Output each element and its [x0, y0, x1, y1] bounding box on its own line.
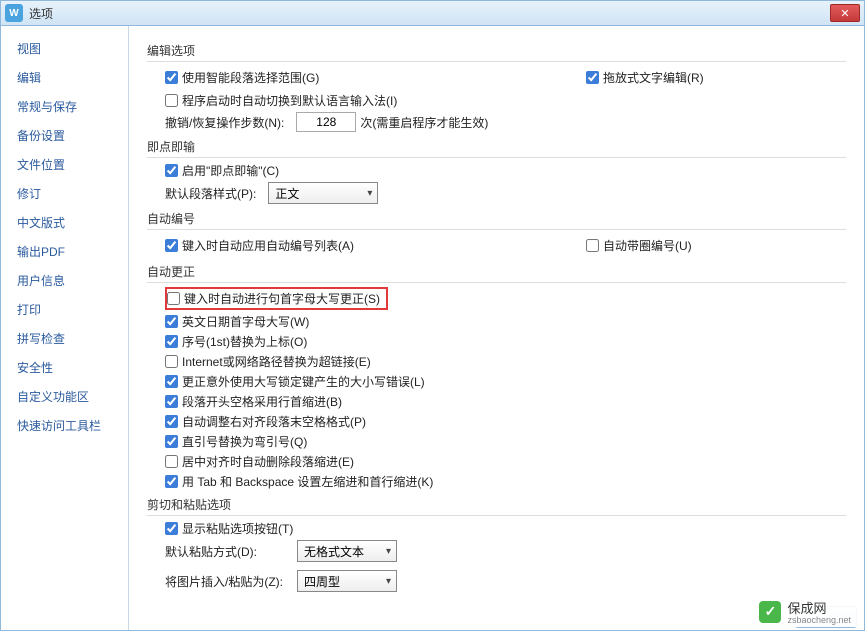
label-english-date: 英文日期首字母大写(W): [182, 313, 309, 330]
sidebar-item-file-location[interactable]: 文件位置: [1, 150, 128, 179]
sidebar: 视图 编辑 常规与保存 备份设置 文件位置 修订 中文版式 输出PDF 用户信息…: [1, 26, 129, 630]
watermark: ✓ 保成网 zsbaocheng.net: [753, 596, 857, 627]
sidebar-item-chinese-layout[interactable]: 中文版式: [1, 208, 128, 237]
group-auto-correct: 自动更正: [147, 263, 846, 283]
sidebar-item-edit[interactable]: 编辑: [1, 63, 128, 92]
checkbox-tab-backspace[interactable]: [165, 475, 178, 488]
label-circle-number: 自动带圈编号(U): [603, 237, 692, 254]
checkbox-drag-text[interactable]: [586, 71, 599, 84]
label-caps-lock: 更正意外使用大写锁定键产生的大小写错误(L): [182, 373, 425, 390]
sidebar-item-revision[interactable]: 修订: [1, 179, 128, 208]
group-cut-paste: 剪切和粘贴选项: [147, 496, 846, 516]
sidebar-item-general-save[interactable]: 常规与保存: [1, 92, 128, 121]
checkbox-smart-paragraph[interactable]: [165, 71, 178, 84]
checkbox-caps-lock[interactable]: [165, 375, 178, 388]
sidebar-item-view[interactable]: 视图: [1, 34, 128, 63]
label-quotes: 直引号替换为弯引号(Q): [182, 433, 307, 450]
checkbox-show-paste-btn[interactable]: [165, 522, 178, 535]
watermark-name: 保成网: [787, 601, 826, 616]
content-pane: 编辑选项 使用智能段落选择范围(G) 拖放式文字编辑(R) 程序启动时自动切换到…: [129, 26, 864, 630]
label-auto-number-list: 键入时自动应用自动编号列表(A): [182, 237, 354, 254]
checkbox-quotes[interactable]: [165, 435, 178, 448]
dropdown-default-paste[interactable]: 无格式文本: [297, 540, 397, 562]
checkbox-auto-number-list[interactable]: [165, 239, 178, 252]
watermark-logo-icon: ✓: [759, 601, 781, 623]
checkbox-center-indent[interactable]: [165, 455, 178, 468]
close-button[interactable]: ✕: [830, 4, 860, 22]
label-align-space: 自动调整右对齐段落末空格格式(P): [182, 413, 366, 430]
label-show-paste-btn: 显示粘贴选项按钮(T): [182, 520, 293, 537]
checkbox-english-date[interactable]: [165, 315, 178, 328]
sidebar-item-output-pdf[interactable]: 输出PDF: [1, 237, 128, 266]
checkbox-ime-switch[interactable]: [165, 94, 178, 107]
label-tab-backspace: 用 Tab 和 Backspace 设置左缩进和首行缩进(K): [182, 473, 433, 490]
watermark-url: zsbaocheng.net: [787, 615, 851, 625]
label-ime-switch: 程序启动时自动切换到默认语言输入法(I): [182, 92, 397, 109]
label-hyperlink: Internet或网络路径替换为超链接(E): [182, 353, 371, 370]
checkbox-circle-number[interactable]: [586, 239, 599, 252]
checkbox-ordinal[interactable]: [165, 335, 178, 348]
label-ordinal: 序号(1st)替换为上标(O): [182, 333, 307, 350]
dropdown-default-paste-value: 无格式文本: [304, 543, 364, 560]
sidebar-item-quick-access[interactable]: 快速访问工具栏: [1, 411, 128, 440]
sidebar-item-backup[interactable]: 备份设置: [1, 121, 128, 150]
sidebar-item-security[interactable]: 安全性: [1, 353, 128, 382]
group-instant-input: 即点即输: [147, 138, 846, 158]
dropdown-image-paste-value: 四周型: [304, 573, 340, 590]
label-enable-instant: 启用"即点即输"(C): [182, 162, 279, 179]
label-undo-steps: 撤销/恢复操作步数(N):: [165, 114, 284, 131]
label-undo-suffix: 次(需重启程序才能生效): [360, 114, 488, 131]
dropdown-default-style[interactable]: 正文: [268, 182, 378, 204]
group-edit-options: 编辑选项: [147, 42, 846, 62]
dropdown-default-style-value: 正文: [275, 185, 299, 202]
window-title: 选项: [29, 5, 830, 22]
sidebar-item-user-info[interactable]: 用户信息: [1, 266, 128, 295]
label-smart-paragraph: 使用智能段落选择范围(G): [182, 69, 319, 86]
dropdown-image-paste[interactable]: 四周型: [297, 570, 397, 592]
checkbox-enable-instant[interactable]: [165, 164, 178, 177]
sidebar-item-customize-ribbon[interactable]: 自定义功能区: [1, 382, 128, 411]
label-drag-text: 拖放式文字编辑(R): [603, 69, 704, 86]
sidebar-item-spell-check[interactable]: 拼写检查: [1, 324, 128, 353]
label-default-style: 默认段落样式(P):: [165, 185, 256, 202]
checkbox-first-indent[interactable]: [165, 395, 178, 408]
checkbox-align-space[interactable]: [165, 415, 178, 428]
checkbox-hyperlink[interactable]: [165, 355, 178, 368]
label-capitalize-sentence: 键入时自动进行句首字母大写更正(S): [184, 290, 380, 307]
label-first-indent: 段落开头空格采用行首缩进(B): [182, 393, 342, 410]
label-image-paste: 将图片插入/粘贴为(Z):: [165, 573, 285, 590]
sidebar-item-print[interactable]: 打印: [1, 295, 128, 324]
app-icon: W: [5, 4, 23, 22]
label-default-paste: 默认粘贴方式(D):: [165, 543, 285, 560]
group-auto-number: 自动编号: [147, 210, 846, 230]
input-undo-steps[interactable]: [296, 112, 356, 132]
label-center-indent: 居中对齐时自动删除段落缩进(E): [182, 453, 354, 470]
highlight-box: 键入时自动进行句首字母大写更正(S): [165, 287, 388, 310]
checkbox-capitalize-sentence[interactable]: [167, 292, 180, 305]
